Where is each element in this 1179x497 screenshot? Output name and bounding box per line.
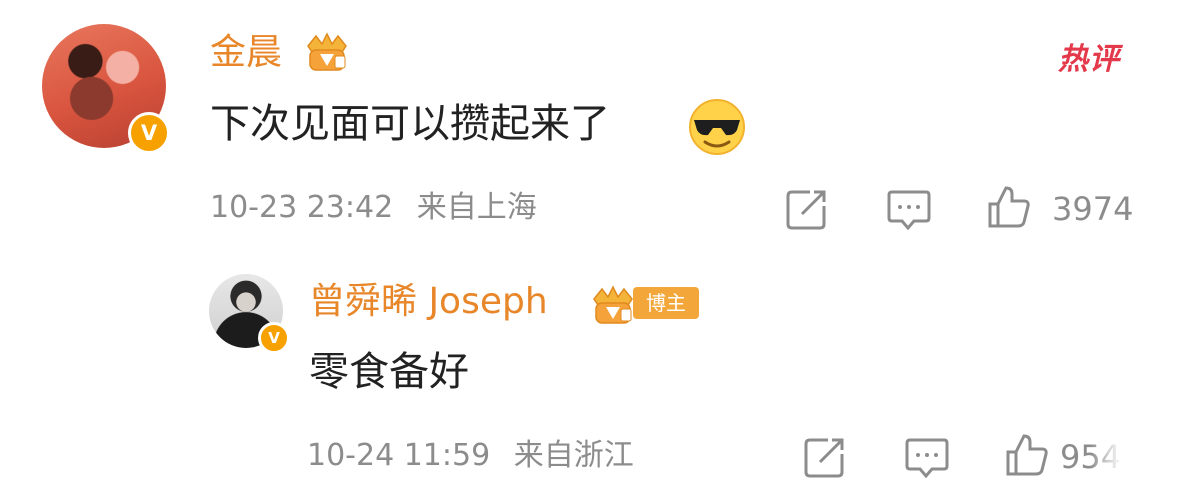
reply-icon[interactable] [886,186,932,232]
hot-comment-tag: 热评 [1058,42,1120,77]
reply-icon[interactable] [904,434,950,480]
share-icon[interactable] [784,186,830,232]
like-icon[interactable] [1004,432,1050,478]
crown-icon [593,285,633,324]
comment-meta: 10-23 23:42 来自上海 [210,190,537,226]
share-icon[interactable] [802,434,848,480]
like-count: 3974 [1052,190,1134,228]
reply-text: 零食备好 [309,349,469,395]
comment-time: 10-23 23:42 [210,190,394,225]
comment-location: 来自上海 [416,190,537,225]
reply-meta: 10-24 11:59 来自浙江 [307,438,634,474]
reply-username[interactable]: 曾舜晞 Joseph [309,282,548,322]
verified-badge: V [258,322,290,354]
like-icon[interactable] [986,184,1032,230]
blogger-tag: 博主 [633,287,699,319]
verified-badge: V [128,112,170,154]
crown-icon [307,32,347,71]
sunglasses-emoji [689,99,745,155]
reply-location: 来自浙江 [513,438,634,473]
comment-text: 下次见面可以攒起来了 [210,101,610,147]
watermark-overlay [1090,432,1179,497]
reply-time: 10-24 11:59 [307,438,491,473]
comment-username[interactable]: 金晨 [210,33,282,73]
